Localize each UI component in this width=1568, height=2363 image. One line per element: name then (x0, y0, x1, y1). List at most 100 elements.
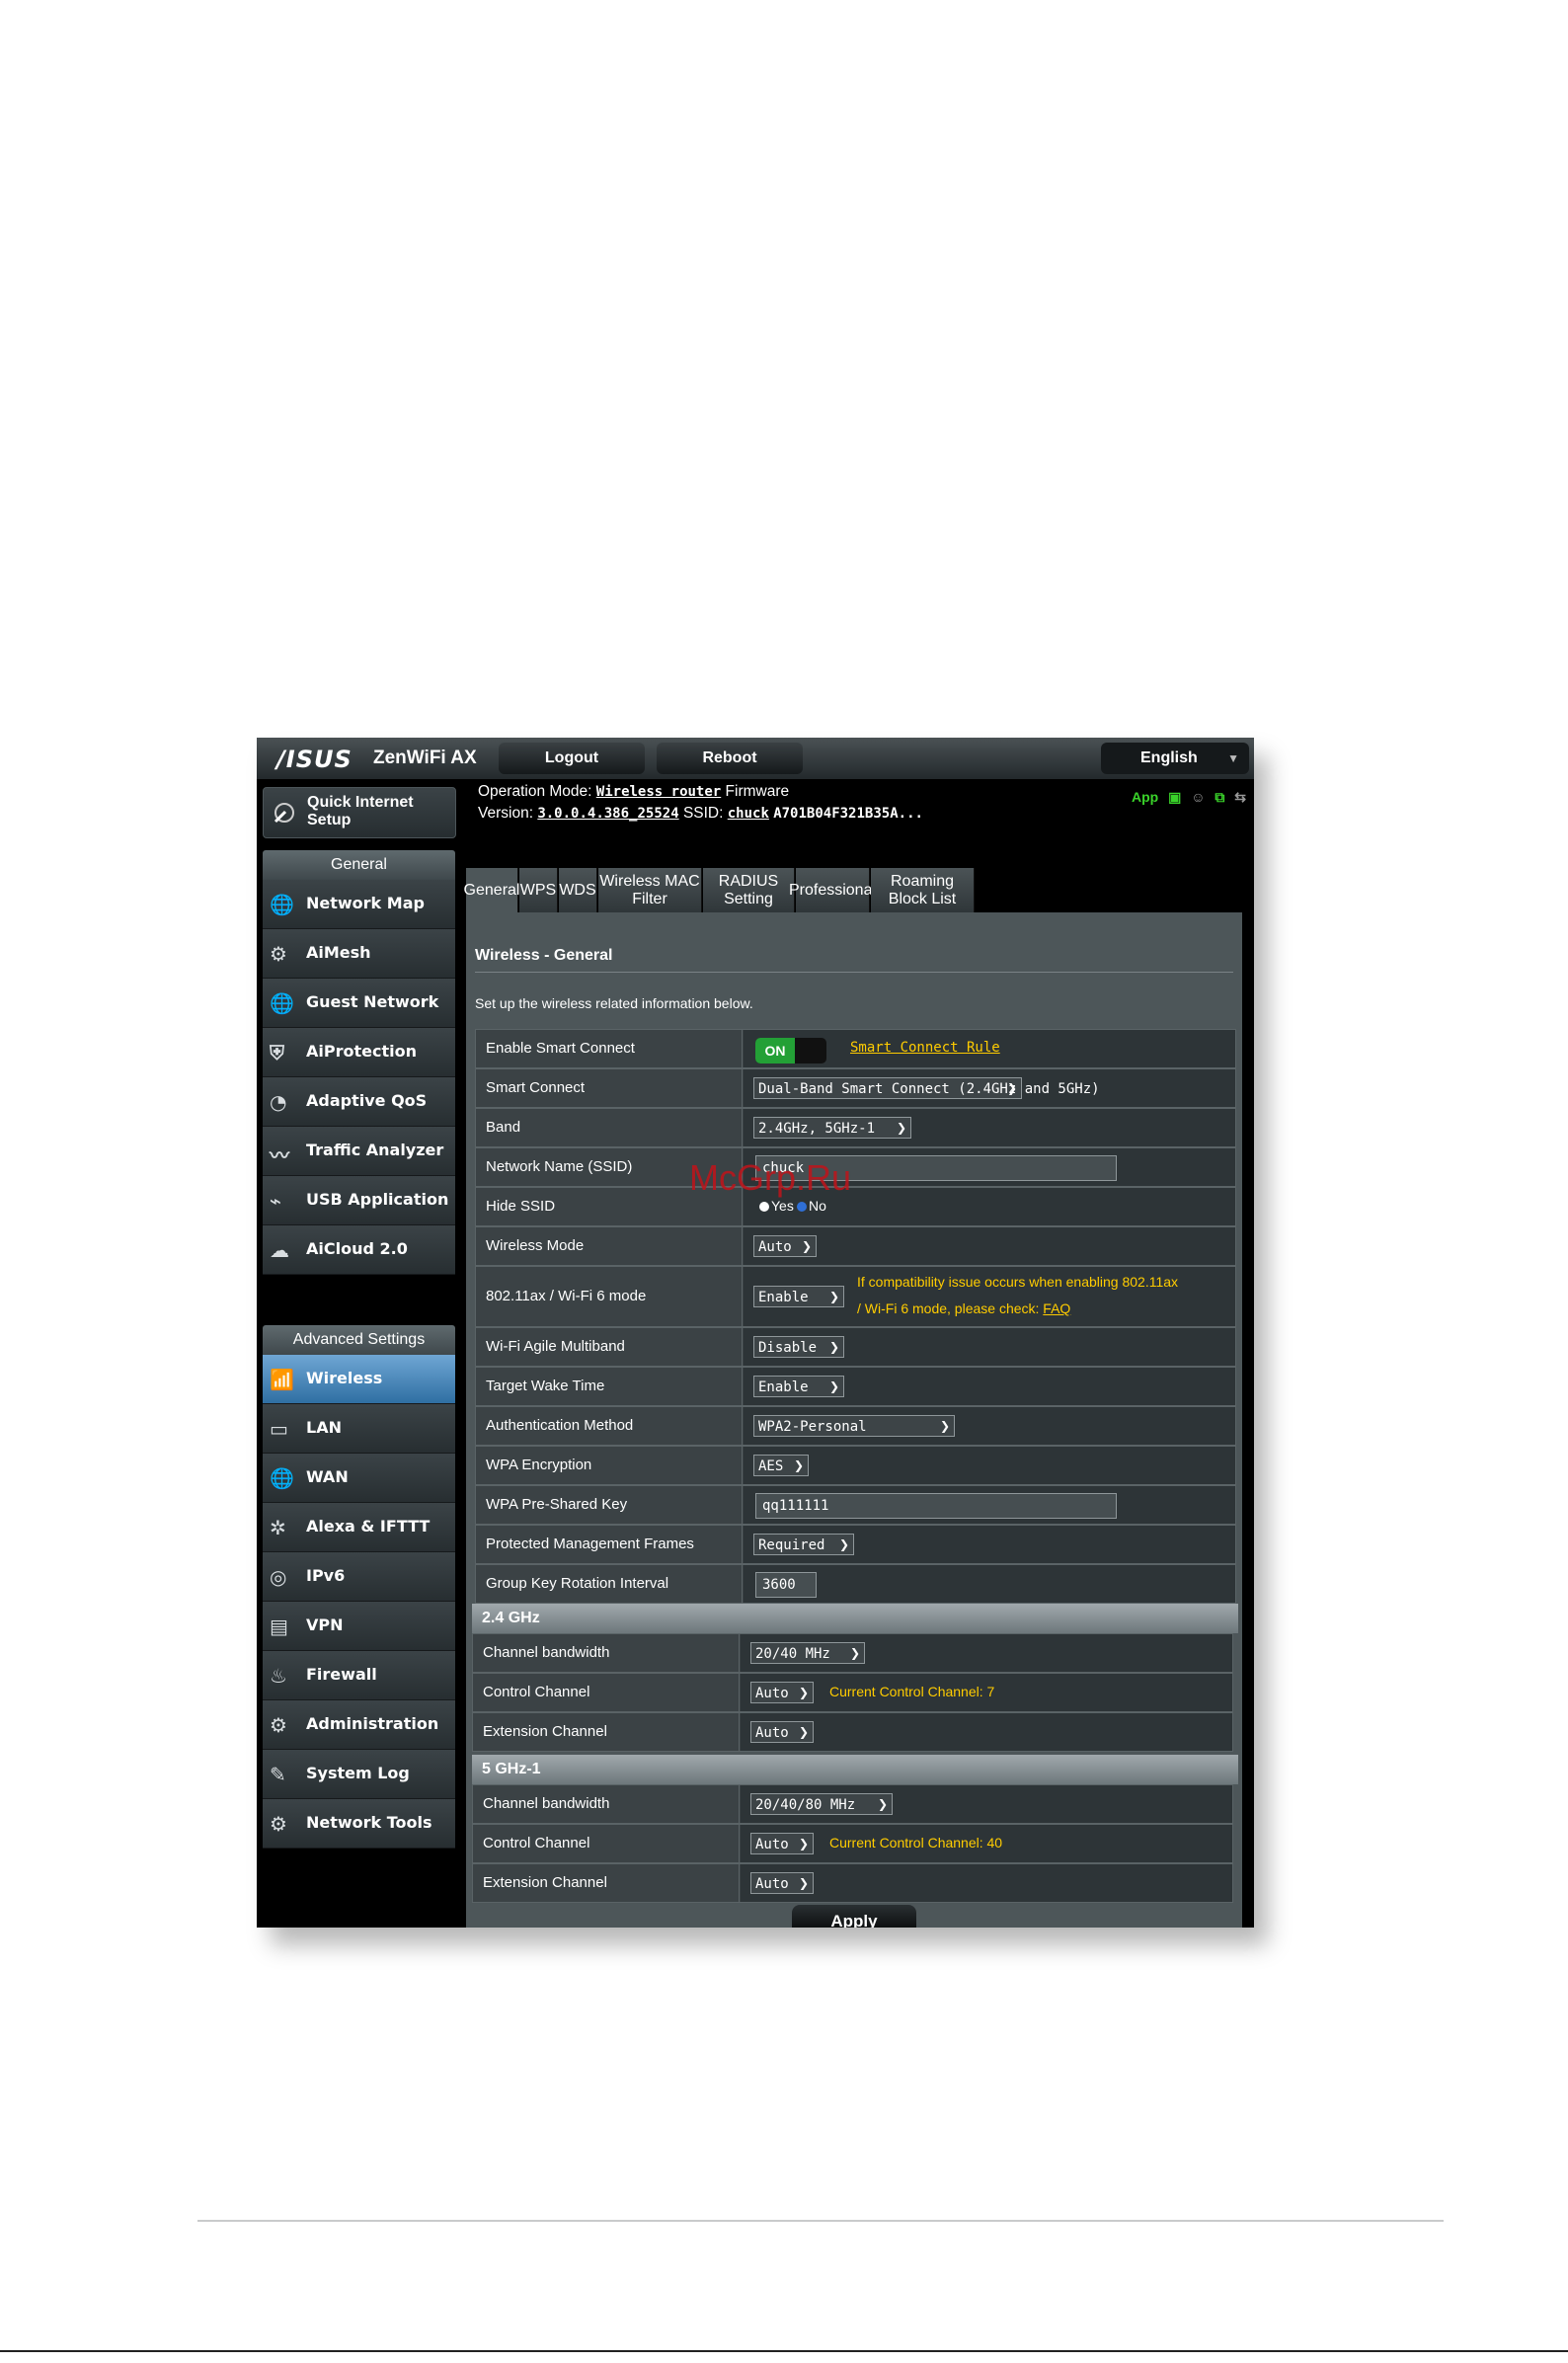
agile-multiband-select[interactable]: Disable ❯ (753, 1336, 844, 1358)
row-auth-method: Authentication Method WPA2-Personal ❯ (475, 1406, 1236, 1446)
copy-icon[interactable]: ⧉ (1215, 789, 1224, 805)
row-24-bandwidth: Channel bandwidth 20/40 MHz ❯ (472, 1633, 1233, 1673)
sidebar-item-system-log[interactable]: ✎ System Log (263, 1750, 455, 1799)
smart-connect-rule-link[interactable]: Smart Connect Rule (850, 1040, 1000, 1056)
select-value: Auto (755, 1686, 789, 1701)
quick-internet-setup-button[interactable]: Quick Internet Setup (263, 787, 456, 838)
tab-wireless-mac-filter[interactable]: Wireless MAC Filter (598, 868, 702, 912)
setup-wand-icon (274, 803, 294, 824)
sidebar-item-label: Network Tools (306, 1813, 432, 1832)
wireless-general-panel: Wireless - General Set up the wireless r… (466, 912, 1242, 1928)
wifi6-mode-select[interactable]: Enable ❯ (753, 1286, 844, 1307)
advanced-settings-header: Advanced Settings (263, 1325, 455, 1355)
faq-link[interactable]: FAQ (1043, 1300, 1070, 1316)
band5-bandwidth-select[interactable]: 20/40/80 MHz ❯ (750, 1793, 893, 1815)
chevron-down-icon: ❯ (828, 1340, 839, 1354)
band24-control-channel-select[interactable]: Auto ❯ (750, 1682, 814, 1703)
sidebar-item-network-map[interactable]: 🌐 Network Map (263, 880, 455, 929)
sidebar-item-wireless[interactable]: 📶 Wireless (263, 1355, 455, 1404)
apply-button[interactable]: Apply (792, 1905, 916, 1928)
chevron-down-icon: ❯ (939, 1419, 950, 1433)
sidebar-item-usb-application[interactable]: ⌁ USB Application (263, 1176, 455, 1225)
dropdown-arrow-icon: ▼ (1227, 751, 1239, 765)
row-smart-connect: Smart Connect Dual-Band Smart Connect (2… (475, 1068, 1236, 1108)
hide-ssid-no-radio[interactable]: No (797, 1198, 826, 1214)
tab-radius-setting[interactable]: RADIUS Setting (703, 868, 795, 912)
vpn-icon: ▤ (270, 1615, 288, 1638)
alexa-icon: ✲ (270, 1516, 286, 1539)
chevron-down-icon: ❯ (798, 1725, 809, 1739)
network-status-icon[interactable]: ▣ (1168, 789, 1181, 805)
sidebar-item-lan[interactable]: ▭ LAN (263, 1404, 455, 1454)
sidebar-item-guest-network[interactable]: 🌐 Guest Network (263, 979, 455, 1028)
language-value: English (1140, 749, 1198, 766)
row-label: Authentication Method (476, 1407, 743, 1445)
wpa-encryption-select[interactable]: AES ❯ (753, 1455, 809, 1476)
ssid-link[interactable]: chuck (728, 806, 769, 822)
radio-icon (797, 1202, 807, 1213)
smart-connect-select[interactable]: Dual-Band Smart Connect (2.4GHz and 5GHz… (753, 1077, 1100, 1099)
sidebar-item-alexa-ifttt[interactable]: ✲ Alexa & IFTTT (263, 1503, 455, 1552)
band5-control-channel-select[interactable]: Auto ❯ (750, 1833, 814, 1854)
router-admin-screenshot: /ISUS ZenWiFi AX Logout Reboot English ▼… (257, 738, 1254, 1928)
sidebar-item-traffic-analyzer[interactable]: 〰 Traffic Analyzer (263, 1127, 455, 1176)
psk-input[interactable]: qq111111 (755, 1493, 1117, 1519)
usb-status-icon[interactable]: ⇆ (1234, 789, 1246, 805)
logout-button[interactable]: Logout (499, 743, 645, 774)
band24-bandwidth-select[interactable]: 20/40 MHz ❯ (750, 1642, 865, 1664)
tab-general[interactable]: General (464, 868, 519, 912)
fire-icon: ♨ (270, 1664, 287, 1688)
band-select[interactable]: 2.4GHz, 5GHz-1 ❯ (753, 1117, 911, 1139)
log-icon: ✎ (270, 1763, 286, 1786)
band24-current-channel: Current Control Channel: 7 (829, 1684, 995, 1699)
toggle-on-label: ON (755, 1038, 795, 1063)
opmode-link[interactable]: Wireless router (596, 784, 721, 800)
sidebar-item-label: LAN (306, 1418, 342, 1437)
general-header: General (263, 850, 455, 880)
wan-globe-icon: 🌐 (270, 1466, 294, 1490)
gkri-input[interactable]: 3600 (755, 1572, 817, 1598)
sidebar-item-label: AiCloud 2.0 (306, 1239, 408, 1258)
clients-icon[interactable]: ☺ (1191, 789, 1205, 805)
tab-professional[interactable]: Professional (789, 868, 876, 912)
band5-extension-channel-select[interactable]: Auto ❯ (750, 1872, 814, 1894)
row-label: Group Key Rotation Interval (476, 1565, 743, 1603)
sidebar-item-label: VPN (306, 1615, 344, 1634)
app-link[interactable]: App (1132, 789, 1158, 805)
sidebar-item-network-tools[interactable]: ⚙ Network Tools (263, 1799, 455, 1849)
chevron-down-icon: ❯ (849, 1646, 860, 1660)
language-select[interactable]: English ▼ (1101, 743, 1249, 774)
wireless-mode-select[interactable]: Auto ❯ (753, 1235, 817, 1257)
row-label: Wireless Mode (476, 1227, 743, 1265)
sidebar-item-wan[interactable]: 🌐 WAN (263, 1454, 455, 1503)
sidebar-item-vpn[interactable]: ▤ VPN (263, 1602, 455, 1651)
model-name: ZenWiFi AX (373, 748, 477, 768)
band24-extension-channel-select[interactable]: Auto ❯ (750, 1721, 814, 1743)
sidebar-item-aicloud-2-0[interactable]: ☁ AiCloud 2.0 (263, 1225, 455, 1275)
pmf-select[interactable]: Required ❯ (753, 1534, 854, 1555)
sidebar-item-firewall[interactable]: ♨ Firewall (263, 1651, 455, 1700)
row-label: Wi-Fi Agile Multiband (476, 1328, 743, 1366)
firmware-version-link[interactable]: 3.0.0.4.386_25524 (537, 806, 678, 822)
tab-wds[interactable]: WDS (559, 868, 597, 912)
twt-select[interactable]: Enable ❯ (753, 1376, 844, 1397)
select-value: AES (758, 1458, 784, 1474)
footer-divider (197, 2220, 1444, 2222)
mesh-icon: ⚙ (270, 942, 287, 966)
sidebar-item-aimesh[interactable]: ⚙ AiMesh (263, 929, 455, 979)
tab-roaming-block-list[interactable]: Roaming Block List (871, 868, 975, 912)
sidebar-item-administration[interactable]: ⚙ Administration (263, 1700, 455, 1750)
auth-method-select[interactable]: WPA2-Personal ❯ (753, 1415, 955, 1437)
sidebar-item-label: Administration (306, 1714, 439, 1733)
sidebar-item-ipv6[interactable]: ◎ IPv6 (263, 1552, 455, 1602)
sidebar-item-adaptive-qos[interactable]: ◔ Adaptive QoS (263, 1077, 455, 1127)
select-value: Auto (755, 1876, 789, 1892)
sidebar-item-aiprotection[interactable]: ⛨ AiProtection (263, 1028, 455, 1077)
hide-ssid-yes-radio[interactable]: Yes (759, 1198, 794, 1214)
tab-wps[interactable]: WPS (519, 868, 558, 912)
reboot-button[interactable]: Reboot (657, 743, 803, 774)
row-agile-multiband: Wi-Fi Agile Multiband Disable ❯ (475, 1327, 1236, 1367)
pulse-icon: 〰 (270, 1143, 289, 1167)
smart-connect-toggle[interactable]: ON (755, 1038, 826, 1063)
row-label: WPA Encryption (476, 1447, 743, 1484)
